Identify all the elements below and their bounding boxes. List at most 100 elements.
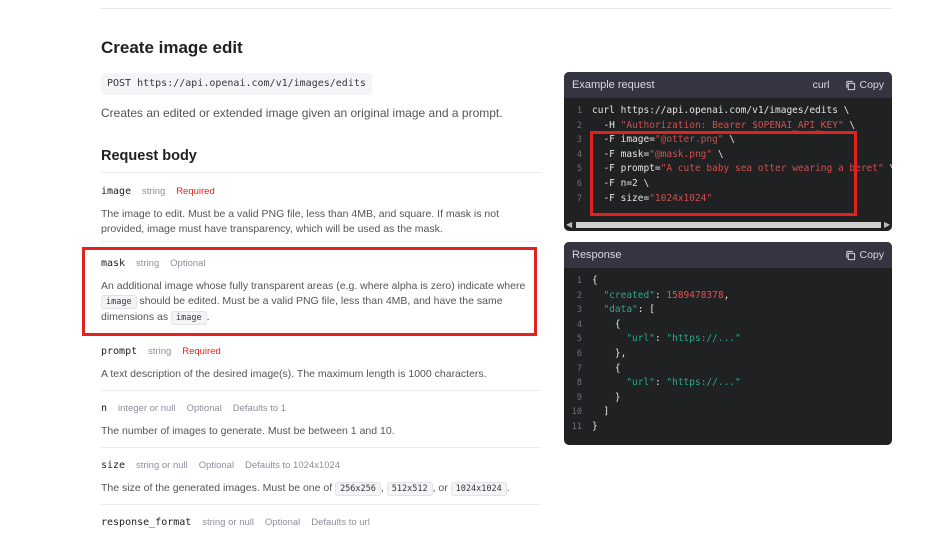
code-line: 1 curl https://api.openai.com/v1/images/e… <box>564 104 892 119</box>
copy-label: Copy <box>859 249 884 261</box>
param-description: The image to edit. Must be a valid PNG f… <box>101 208 500 235</box>
code-line: 10 ] <box>564 405 892 420</box>
text: , or <box>432 482 448 494</box>
line-number: 1 <box>576 276 582 286</box>
inline-code: 1024x1024 <box>450 482 507 496</box>
code-line: 4 { <box>564 318 892 333</box>
code-line: 7 { <box>564 362 892 377</box>
required-badge: Required <box>182 346 221 357</box>
line-number: 7 <box>576 363 582 374</box>
required-badge: Required <box>176 186 215 197</box>
divider <box>101 504 541 505</box>
code-token: : [ <box>637 304 655 316</box>
line-number: 11 <box>571 421 582 432</box>
code-token: } <box>592 420 598 432</box>
param-size: size string or null Optional Defaults to… <box>101 458 541 497</box>
line-number: 3 <box>576 135 582 146</box>
optional-badge: Optional <box>186 403 222 414</box>
param-n: n integer or null Optional Defaults to 1… <box>101 401 541 439</box>
text: . <box>506 482 510 494</box>
code-token: "url" <box>626 333 655 345</box>
param-image: image string Required The image to edit.… <box>101 184 541 237</box>
copy-button[interactable]: Copy <box>845 249 884 261</box>
line-number: 7 <box>576 193 582 204</box>
default-label: Defaults to 1 <box>232 403 287 414</box>
code-token: , <box>723 289 730 301</box>
code-token: -H <box>592 119 621 131</box>
code-token: "data" <box>603 304 638 316</box>
code-token: ] <box>592 406 610 418</box>
line-number: 2 <box>576 290 582 301</box>
code-token: 1589478378 <box>666 289 724 301</box>
code-line: 6 }, <box>564 347 892 362</box>
code-token: "https://..." <box>666 333 741 345</box>
code-line: 11} <box>564 420 892 435</box>
line-number: 6 <box>576 348 582 359</box>
panel-title: Example request <box>572 79 655 91</box>
code-token: curl https://api.openai.com/v1/images/ed… <box>592 105 850 116</box>
param-name: n <box>101 403 108 414</box>
divider <box>101 172 541 173</box>
copy-label: Copy <box>859 79 884 91</box>
response-panel: Response Copy 1{2 "created": 1589478378,… <box>564 242 892 445</box>
code-token: "Authorization: Bearer $OPENAI_API_KEY" <box>620 119 844 131</box>
panel-title: Response <box>572 249 622 261</box>
code-token: { <box>592 318 621 330</box>
divider <box>101 390 541 391</box>
param-description: A text description of the desired image(… <box>101 368 487 380</box>
param-response-format: response_format string or null Optional … <box>101 515 541 530</box>
code-line: 8 "url": "https://..." <box>564 376 892 391</box>
param-type: string <box>142 186 166 197</box>
response-code-block: 1{2 "created": 1589478378, 3 "data": [4 {… <box>564 268 892 435</box>
code-token: { <box>592 275 598 286</box>
default-label: Defaults to url <box>311 517 370 528</box>
divider <box>101 241 541 242</box>
horizontal-scrollbar[interactable] <box>576 222 881 228</box>
line-number: 3 <box>576 305 582 316</box>
highlight-box-mask <box>82 247 537 336</box>
code-token: : <box>654 377 667 389</box>
param-type: string <box>148 346 172 357</box>
top-divider <box>101 8 891 9</box>
copy-button[interactable]: Copy <box>845 79 884 91</box>
line-number: 1 <box>576 106 582 116</box>
code-token: \ <box>884 163 892 174</box>
code-line: 5 "url": "https://..." <box>564 332 892 347</box>
code-line: 1{ <box>564 274 892 289</box>
text: The size of the generated images. Must b… <box>101 482 333 494</box>
copy-icon <box>846 250 856 260</box>
code-line: 3 "data": [ <box>564 303 892 318</box>
copy-icon <box>846 80 856 90</box>
line-number: 2 <box>576 120 582 131</box>
inline-code: 256x256 <box>335 482 381 496</box>
param-name: response_format <box>101 517 192 528</box>
default-label: Defaults to 1024x1024 <box>245 460 341 471</box>
code-token: "created" <box>603 289 655 301</box>
code-token: }, <box>592 347 627 359</box>
param-name: size <box>101 460 126 471</box>
line-number: 9 <box>576 392 582 403</box>
language-selector[interactable]: curl <box>813 79 830 91</box>
optional-badge: Optional <box>198 460 235 471</box>
param-prompt: prompt string Required A text descriptio… <box>101 344 541 382</box>
page-description: Creates an edited or extended image give… <box>101 106 503 120</box>
code-token: : <box>654 289 667 301</box>
param-description: The size of the generated images. Must b… <box>101 481 541 497</box>
request-body-heading: Request body <box>101 148 197 164</box>
code-token: "url" <box>626 377 655 389</box>
param-name: image <box>101 186 132 197</box>
param-description: The number of images to generate. Must b… <box>101 425 395 437</box>
line-number: 5 <box>576 164 582 175</box>
endpoint-label: POST https://api.openai.com/v1/images/ed… <box>101 73 372 95</box>
param-type: string or null <box>202 517 254 528</box>
code-line: 2 "created": 1589478378, <box>564 289 892 304</box>
scroll-right-arrow[interactable]: ▶ <box>884 220 890 229</box>
divider <box>101 447 541 448</box>
scroll-left-arrow[interactable]: ◀ <box>566 220 572 229</box>
page-title: Create image edit <box>101 38 243 57</box>
line-number: 10 <box>571 407 582 418</box>
